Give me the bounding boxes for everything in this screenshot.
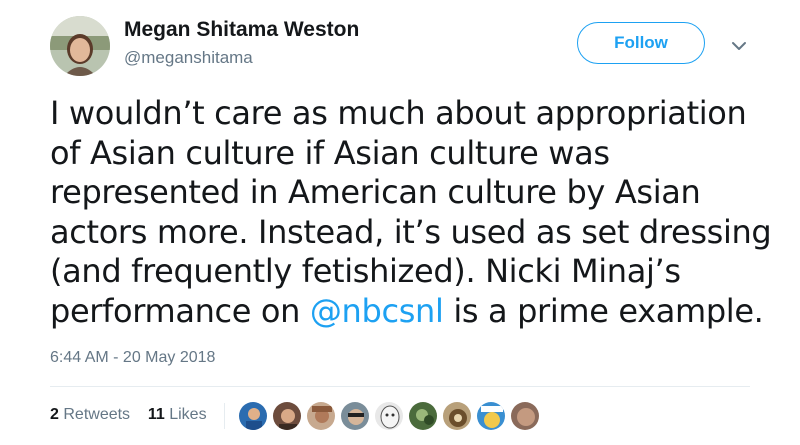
tweet-line: (and frequently fetishized). Nicki Minaj… (50, 252, 681, 290)
chevron-down-icon[interactable] (729, 36, 749, 56)
liker-avatar[interactable] (408, 401, 438, 431)
retweets-count: 2 (50, 406, 59, 423)
liker-avatar[interactable] (374, 401, 404, 431)
liker-avatars (238, 401, 544, 433)
liker-avatar[interactable] (442, 401, 472, 431)
tweet-timestamp[interactable]: 6:44 AM - 20 May 2018 (50, 349, 215, 367)
tweet-text-segment: performance on (50, 291, 310, 330)
tweet-line: represented in American culture by Asian (50, 173, 701, 211)
liker-avatar[interactable] (340, 401, 370, 431)
liker-avatar[interactable] (238, 401, 268, 431)
author-handle[interactable]: @meganshitama (124, 48, 253, 68)
tweet-text-segment: is a prime example. (443, 291, 764, 330)
author-avatar-image (50, 16, 110, 76)
liker-avatar[interactable] (306, 401, 336, 431)
mention-link[interactable]: @nbcsnl (310, 292, 444, 330)
tweet-line: I wouldn’t care as much about appropriat… (50, 94, 747, 132)
tweet-line: of Asian culture if Asian culture was (50, 133, 610, 172)
author-avatar[interactable] (50, 16, 110, 76)
follow-button[interactable]: Follow (577, 22, 705, 64)
liker-avatar[interactable] (272, 401, 302, 431)
retweets-stat[interactable]: 2 Retweets (50, 406, 130, 423)
liker-avatar[interactable] (476, 401, 506, 431)
liker-avatar[interactable] (510, 401, 540, 431)
retweets-label: Retweets (63, 406, 131, 423)
likes-stat[interactable]: 11 Likes (148, 406, 207, 423)
likes-count: 11 (147, 406, 165, 423)
author-display-name[interactable]: Megan Shitama Weston (124, 18, 359, 42)
divider (50, 386, 750, 387)
tweet-line-last: performance on @nbcsnl is a prime exampl… (50, 292, 770, 332)
tweet-line: actors more. Instead, it’s used as set d… (50, 212, 772, 251)
likes-label: Likes (169, 406, 207, 423)
stats-separator (224, 403, 225, 429)
tweet-stats: 2 Retweets 11 Likes (50, 406, 207, 424)
tweet-text: I wouldn’t care as much about appropriat… (50, 94, 772, 332)
